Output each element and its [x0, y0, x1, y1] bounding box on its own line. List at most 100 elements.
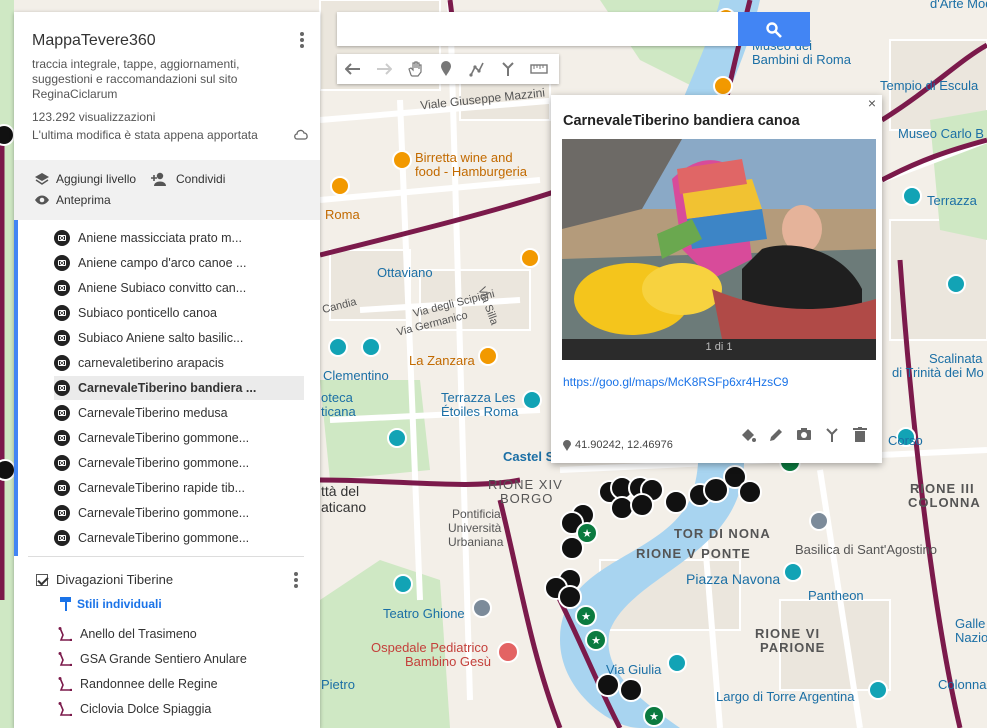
- svg-text:★: ★: [649, 710, 659, 723]
- map-label: Urbaniana: [448, 535, 504, 549]
- camera-icon: [54, 380, 70, 396]
- map-label: ttà del: [321, 483, 360, 499]
- search-input[interactable]: [345, 14, 729, 46]
- feature-list-item[interactable]: Aniene massicciata prato m...: [54, 226, 304, 250]
- feature-list-item[interactable]: CarnevaleTiberino rapide tib...: [54, 476, 304, 500]
- camera-icon[interactable]: [796, 427, 812, 443]
- share-button[interactable]: Condividi: [150, 172, 225, 186]
- feature-list-item[interactable]: Aniene campo d'arco canoe ...: [54, 251, 304, 275]
- eye-icon: [35, 195, 49, 205]
- map-sidebar: MappaTevere360 traccia integrale, tappe,…: [14, 12, 320, 728]
- map-label: RIONE XIV: [488, 477, 563, 492]
- photo-pager: 1 di 1: [705, 341, 733, 353]
- map-label: PARIONE: [760, 640, 826, 655]
- divider: [28, 556, 304, 557]
- route-label: Ciclovia Dolce Spiaggia: [80, 702, 212, 716]
- search-box[interactable]: [337, 12, 739, 46]
- feature-list-item[interactable]: Aniene Subiaco convitto can...: [54, 276, 304, 300]
- line-icon[interactable]: [461, 54, 492, 84]
- layer-options-icon[interactable]: [288, 570, 304, 590]
- map-label: Nazion: [955, 630, 987, 645]
- route-label: Anello del Trasimeno: [80, 627, 197, 641]
- route-line-icon: [58, 677, 72, 691]
- map-label: Museo Carlo B: [898, 126, 984, 141]
- feature-list-item[interactable]: Subiaco Aniene salto basilic...: [54, 326, 304, 350]
- camera-icon: [54, 330, 70, 346]
- svg-text:★: ★: [582, 527, 592, 540]
- route-list-item[interactable]: Randonnee delle Regine: [58, 677, 218, 691]
- map-label: TOR DI NONA: [674, 526, 771, 541]
- layer-header[interactable]: Divagazioni Tiberine: [36, 572, 173, 587]
- route-icon[interactable]: [492, 54, 523, 84]
- feature-label: CarnevaleTiberino medusa: [78, 406, 228, 420]
- map-label: COLONNA: [908, 495, 981, 510]
- feature-list-item[interactable]: CarnevaleTiberino bandiera ...: [54, 376, 304, 400]
- feature-label: Aniene Subiaco convitto can...: [78, 281, 247, 295]
- layer-visibility-checkbox[interactable]: [36, 573, 48, 586]
- camera-icon: [54, 305, 70, 321]
- maps-link[interactable]: https://goo.gl/maps/McK8RSFp6xr4HzsC9: [563, 375, 788, 389]
- feature-list-item[interactable]: CarnevaleTiberino medusa: [54, 401, 304, 425]
- layer-title[interactable]: Divagazioni Tiberine: [56, 572, 173, 587]
- map-options-icon[interactable]: [294, 30, 310, 50]
- undo-icon[interactable]: [337, 54, 368, 84]
- hand-icon[interactable]: [399, 54, 430, 84]
- individual-styles-link[interactable]: Stili individuali: [60, 597, 162, 611]
- add-layer-label: Aggiungi livello: [56, 172, 137, 186]
- redo-icon[interactable]: [368, 54, 399, 84]
- edit-icon[interactable]: [768, 427, 784, 443]
- map-actions: Aggiungi livello Condividi Anteprima: [14, 160, 320, 220]
- delete-icon[interactable]: [852, 427, 868, 443]
- close-icon[interactable]: ×: [868, 95, 876, 111]
- map-label: Ottaviano: [377, 265, 433, 280]
- coordinates-text: 41.90242, 12.46976: [575, 439, 673, 451]
- map-label: oteca: [321, 390, 353, 405]
- map-label: Pantheon: [808, 588, 864, 603]
- feature-list-item[interactable]: CarnevaleTiberino gommone...: [54, 501, 304, 525]
- route-label: GSA Grande Sentiero Anulare: [80, 652, 247, 666]
- marker-icon[interactable]: [430, 54, 461, 84]
- feature-label: carnevaletiberino arapacis: [78, 356, 224, 370]
- feature-label: CarnevaleTiberino gommone...: [78, 531, 250, 545]
- feature-list-item[interactable]: CarnevaleTiberino gommone...: [54, 526, 304, 550]
- feature-list-item[interactable]: CarnevaleTiberino gommone...: [54, 426, 304, 450]
- feature-label: CarnevaleTiberino gommone...: [78, 456, 250, 470]
- directions-icon[interactable]: [824, 427, 840, 443]
- map-toolbar: [337, 54, 559, 84]
- map-label: Bambini di Roma: [752, 52, 851, 67]
- map-title[interactable]: MappaTevere360: [32, 32, 156, 50]
- map-description[interactable]: traccia integrale, tappe, aggiornamenti,…: [32, 57, 282, 102]
- feature-list-item[interactable]: Subiaco ponticello canoa: [54, 301, 304, 325]
- add-layer-button[interactable]: Aggiungi livello: [34, 172, 136, 186]
- camera-icon: [54, 430, 70, 446]
- route-list-item[interactable]: Anello del Trasimeno: [58, 627, 197, 641]
- map-label: Castel S: [503, 449, 555, 464]
- popup-title: CarnevaleTiberino bandiera canoa: [563, 113, 800, 129]
- route-line-icon: [58, 627, 72, 641]
- camera-icon: [54, 255, 70, 271]
- search-button[interactable]: [738, 12, 810, 46]
- map-label: aticano: [321, 499, 367, 515]
- feature-info-popup: CarnevaleTiberino bandiera canoa × 1 di …: [551, 95, 882, 463]
- paint-roller-icon: [60, 597, 71, 611]
- route-line-icon: [58, 702, 72, 716]
- preview-label: Anteprima: [56, 193, 111, 207]
- feature-list-item[interactable]: carnevaletiberino arapacis: [54, 351, 304, 375]
- route-list-item[interactable]: GSA Grande Sentiero Anulare: [58, 652, 247, 666]
- map-label: Ospedale Pediatrico: [371, 640, 489, 655]
- svg-text:★: ★: [591, 634, 601, 647]
- map-label: Via Giulia: [606, 662, 662, 677]
- camera-icon: [54, 530, 70, 546]
- cloud-saved-icon: [294, 129, 308, 140]
- route-list-item[interactable]: Ciclovia Dolce Spiaggia: [58, 702, 211, 716]
- route-label: Randonnee delle Regine: [80, 677, 218, 691]
- map-label: Colonna: [938, 677, 987, 692]
- paint-bucket-icon[interactable]: [740, 427, 756, 443]
- feature-label: CarnevaleTiberino gommone...: [78, 431, 250, 445]
- feature-photo[interactable]: 1 di 1: [562, 139, 876, 360]
- ruler-icon[interactable]: [523, 54, 554, 84]
- feature-list-item[interactable]: CarnevaleTiberino gommone...: [54, 451, 304, 475]
- camera-icon: [54, 230, 70, 246]
- map-label: Clementino: [323, 368, 389, 383]
- preview-button[interactable]: Anteprima: [34, 193, 111, 207]
